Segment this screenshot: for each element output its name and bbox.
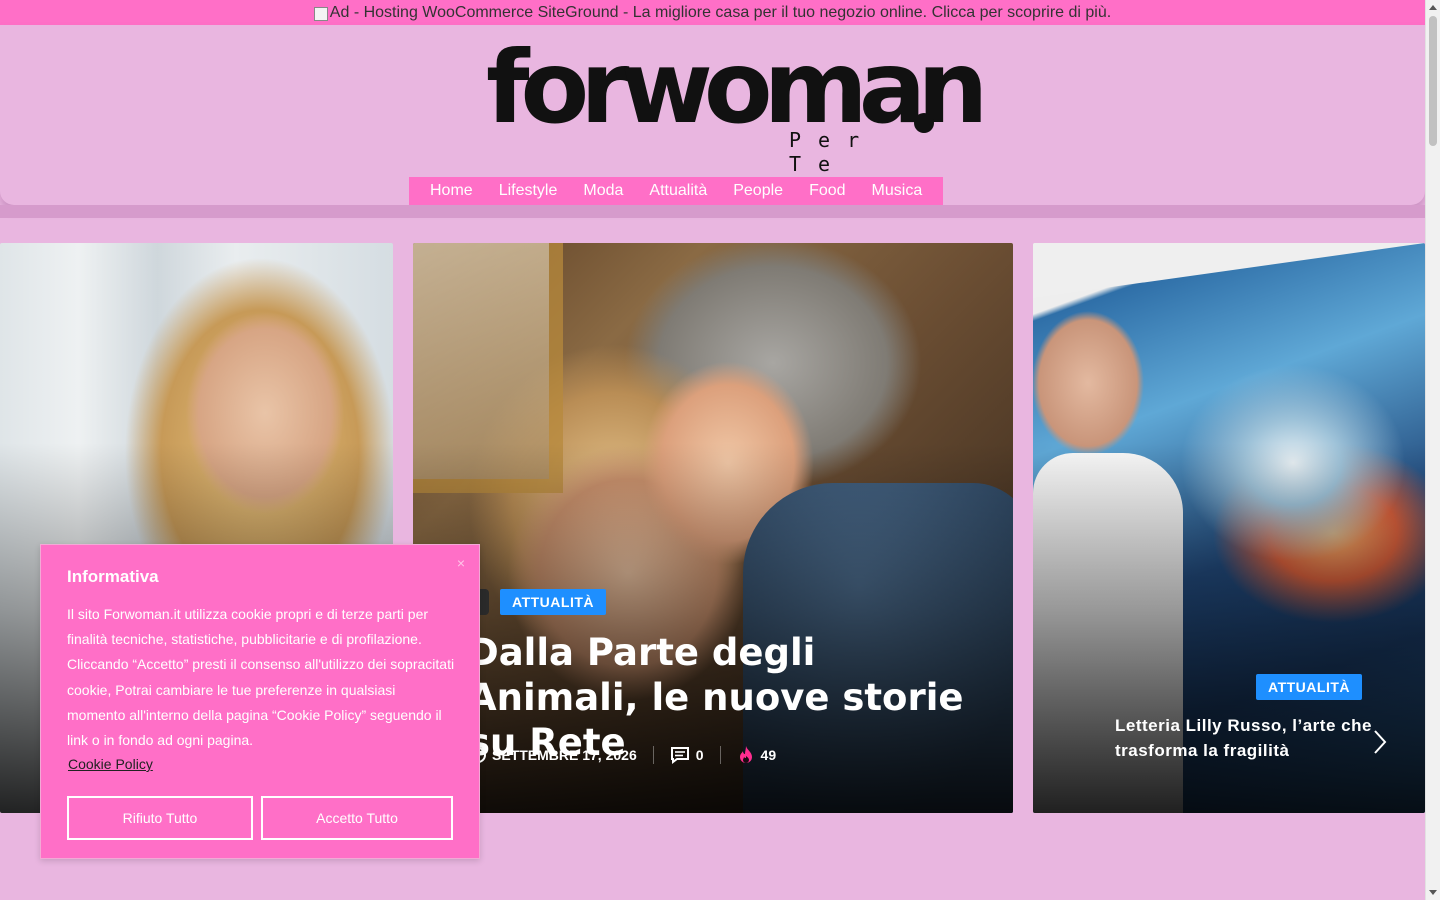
site-header: forwoman Per Te Home Lifestyle Moda Attu… (0, 25, 1425, 205)
main-nav: Home Lifestyle Moda Attualità People Foo… (409, 177, 944, 205)
broken-image-icon (313, 6, 328, 21)
close-icon[interactable]: × (457, 555, 465, 571)
nav-item-people[interactable]: People (723, 182, 793, 200)
scroll-up-arrow-icon[interactable] (1429, 5, 1437, 10)
scroll-thumb[interactable] (1429, 16, 1437, 146)
cookie-banner: × Informativa Il sito Forwoman.it utiliz… (40, 544, 480, 859)
page-scrollbar[interactable] (1425, 0, 1440, 900)
fire-icon (739, 746, 752, 763)
accept-all-button[interactable]: Accetto Tutto (261, 796, 453, 840)
meta-separator (719, 746, 721, 764)
nav-item-home[interactable]: Home (420, 182, 483, 200)
comment-count[interactable]: 0 (696, 747, 704, 763)
logo-tagline: Per Te (789, 128, 877, 176)
scroll-down-arrow-icon[interactable] (1429, 890, 1437, 895)
meta-separator (652, 746, 654, 764)
category-badge[interactable]: ATTUALITÀ (1256, 674, 1362, 700)
ad-alt-text[interactable]: Ad - Hosting WooCommerce SiteGround - La… (330, 4, 1111, 22)
category-badge[interactable]: ATTUALITÀ (500, 589, 606, 615)
logo-wordmark[interactable]: forwoman (486, 33, 988, 143)
header-divider (0, 205, 1425, 218)
chevron-right-icon[interactable] (1370, 728, 1390, 756)
right-article-title[interactable]: Letteria Lilly Russo, l’arte che trasfor… (1115, 713, 1375, 763)
comment-icon (670, 747, 689, 764)
cookie-title: Informativa (67, 567, 159, 586)
nav-item-food[interactable]: Food (799, 182, 855, 200)
site-logo[interactable]: forwoman Per Te (486, 33, 988, 177)
nav-item-attualita[interactable]: Attualità (639, 182, 717, 200)
nav-item-lifestyle[interactable]: Lifestyle (489, 182, 568, 200)
ad-banner[interactable]: Ad - Hosting WooCommerce SiteGround - La… (0, 0, 1425, 25)
photo-wall (1033, 243, 1425, 298)
article-date: SETTEMBRE 17, 2026 (492, 747, 637, 763)
article-meta: SETTEMBRE 17, 2026 0 49 (470, 743, 776, 767)
reject-all-button[interactable]: Rifiuto Tutto (67, 796, 253, 840)
cookie-policy-link[interactable]: Cookie Policy (68, 756, 153, 772)
nav-item-musica[interactable]: Musica (862, 182, 933, 200)
view-count: 49 (760, 747, 777, 763)
nav-item-moda[interactable]: Moda (573, 182, 633, 200)
cookie-text: Il sito Forwoman.it utilizza cookie prop… (67, 606, 455, 749)
